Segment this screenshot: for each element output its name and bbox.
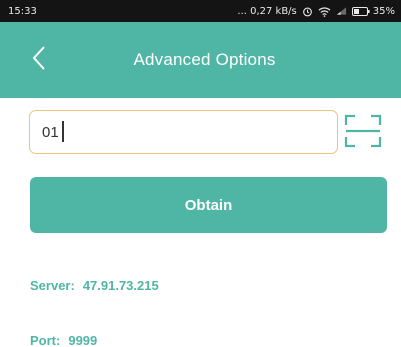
server-label: Server:: [30, 278, 75, 293]
device-id-input[interactable]: [29, 110, 338, 154]
status-bar: 15:33 ... 0,27 kB/s 35%: [0, 0, 401, 22]
battery-indicator: 35%: [351, 5, 395, 17]
page-title: Advanced Options: [133, 50, 276, 69]
server-value: 47.91.73.215: [82, 278, 159, 293]
server-row: Server: 47.91.73.215: [30, 278, 159, 293]
battery-icon: [351, 6, 370, 16]
status-time: 15:33: [8, 5, 37, 17]
network-speed: ... 0,27 kB/s: [237, 5, 297, 17]
app-bar: Advanced Options: [0, 22, 401, 98]
status-icons: ... 0,27 kB/s 35%: [237, 6, 395, 17]
alarm-icon: [302, 6, 313, 17]
obtain-button[interactable]: Obtain: [30, 177, 387, 233]
battery-percent: 35%: [372, 5, 395, 17]
port-value: 9999: [68, 333, 98, 347]
port-label: Port:: [30, 333, 61, 347]
signal-icon: [336, 6, 347, 16]
scan-frame-icon: [344, 114, 382, 153]
text-cursor: [62, 121, 64, 142]
scan-button[interactable]: [341, 112, 385, 154]
port-row: Port: 9999: [30, 333, 97, 347]
wifi-icon: [318, 6, 331, 17]
